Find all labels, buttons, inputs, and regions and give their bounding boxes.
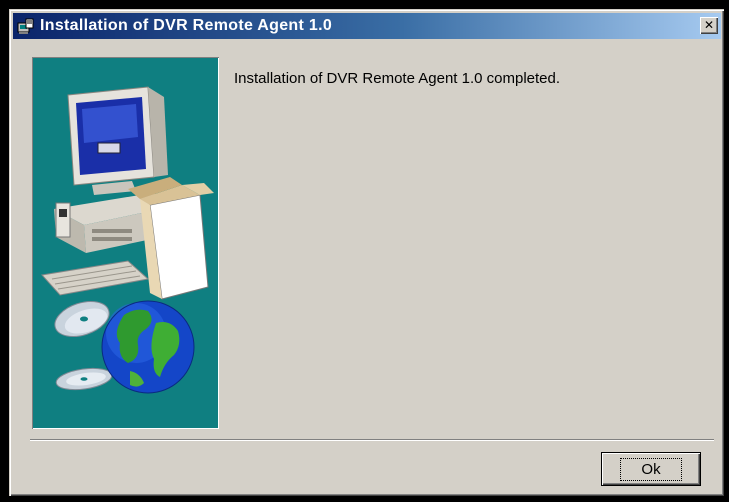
monitor-icon bbox=[67, 86, 168, 195]
window-title: Installation of DVR Remote Agent 1.0 bbox=[40, 17, 333, 34]
close-icon: ✕ bbox=[703, 18, 715, 32]
speaker-icon bbox=[55, 202, 71, 238]
installer-dialog: Installation of DVR Remote Agent 1.0 ✕ I… bbox=[9, 9, 724, 496]
ok-button-label: Ok bbox=[620, 457, 682, 481]
keyboard-icon bbox=[41, 260, 150, 296]
ok-button[interactable]: Ok bbox=[601, 452, 701, 486]
setup-illustration-panel bbox=[32, 57, 219, 429]
close-button[interactable]: ✕ bbox=[700, 17, 718, 34]
title-bar[interactable]: Installation of DVR Remote Agent 1.0 ✕ bbox=[13, 13, 721, 39]
completion-message: Installation of DVR Remote Agent 1.0 com… bbox=[234, 70, 561, 87]
globe-icon bbox=[101, 300, 195, 394]
installer-icon bbox=[17, 17, 35, 35]
computer-and-globe-illustration bbox=[41, 86, 214, 394]
footer-separator bbox=[30, 439, 714, 441]
